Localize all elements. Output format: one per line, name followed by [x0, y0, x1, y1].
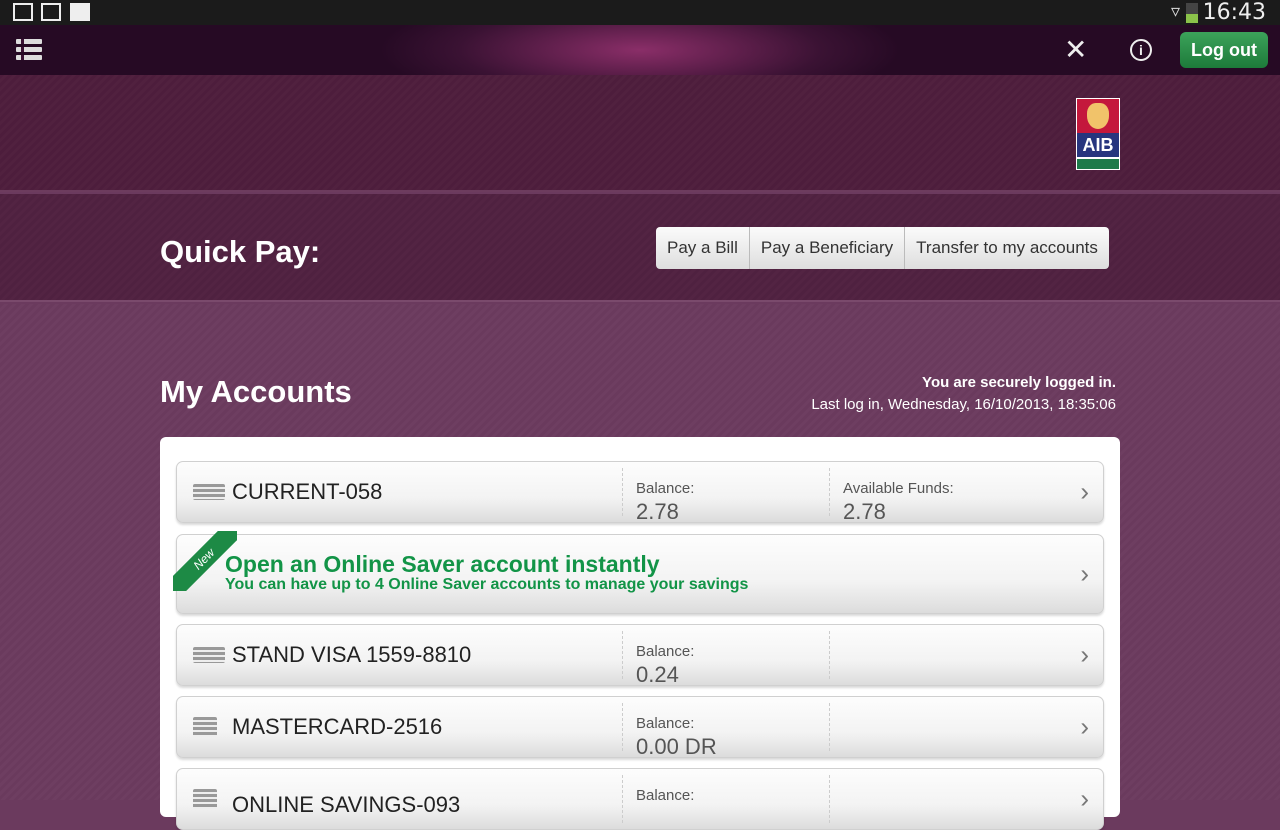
- promo-subtitle: You can have up to 4 Online Saver accoun…: [225, 576, 749, 593]
- logout-button[interactable]: Log out: [1180, 32, 1268, 68]
- savings-icon: [193, 789, 217, 809]
- balance-col: Balance:: [622, 775, 694, 823]
- balance-col: Balance: 0.24: [622, 631, 694, 687]
- header: AIB: [0, 75, 1280, 192]
- wifi-icon: ▿: [1170, 1, 1180, 21]
- page-title: My Accounts: [160, 374, 352, 409]
- menu-icon[interactable]: [16, 39, 42, 61]
- login-info: You are securely logged in. Last log in,…: [811, 372, 1116, 416]
- available-col: Available Funds: 2.78: [829, 468, 954, 524]
- account-row[interactable]: MASTERCARD-2516 Balance: 0.00 DR ›: [176, 696, 1104, 759]
- empty-col: [829, 775, 843, 823]
- status-bar: ▿ 16:43: [0, 0, 1280, 25]
- chevron-right-icon: ›: [1080, 476, 1089, 507]
- info-icon[interactable]: i: [1130, 39, 1152, 61]
- accounts-list: CURRENT-058 Balance: 2.78 Available Funds…: [160, 437, 1120, 830]
- account-name: MASTERCARD-2516: [232, 714, 443, 739]
- promo-title: Open an Online Saver account instantly: [225, 551, 660, 577]
- quick-pay-title: Quick Pay:: [160, 234, 321, 269]
- gallery-icon: [13, 3, 33, 21]
- last-login: Last log in, Wednesday, 16/10/2013, 18:3…: [811, 396, 1116, 413]
- quick-pay-section: Quick Pay: Pay a Bill Pay a Beneficiary …: [0, 194, 1280, 302]
- card-icon: [193, 717, 217, 737]
- account-name: ONLINE SAVINGS-093: [232, 792, 461, 817]
- clock: 16:43: [1202, 0, 1266, 25]
- download-done-icon: [41, 3, 61, 21]
- account-name: CURRENT-058: [232, 479, 383, 504]
- balance-col: Balance: 2.78: [622, 468, 694, 524]
- empty-col: [829, 631, 843, 679]
- account-row[interactable]: STAND VISA 1559-8810 Balance: 0.24 ›: [176, 624, 1104, 687]
- chevron-right-icon: ›: [1080, 558, 1089, 589]
- account-name: STAND VISA 1559-8810: [232, 642, 472, 667]
- account-row[interactable]: ONLINE SAVINGS-093 Balance: ›: [176, 768, 1104, 830]
- chevron-right-icon: ›: [1080, 639, 1089, 670]
- cash-icon: [193, 484, 225, 500]
- store-icon: [70, 3, 90, 21]
- battery-icon: [1186, 3, 1198, 23]
- chevron-right-icon: ›: [1080, 783, 1089, 814]
- close-icon[interactable]: ✕: [1064, 33, 1087, 66]
- online-saver-promo[interactable]: New Open an Online Saver account instant…: [173, 531, 1104, 614]
- balance-col: Balance: 0.00 DR: [622, 703, 717, 759]
- secure-text: You are securely logged in.: [922, 374, 1116, 391]
- aib-logo: AIB: [1076, 98, 1120, 170]
- accounts-section: My Accounts You are securely logged in. …: [0, 304, 1280, 830]
- account-row[interactable]: CURRENT-058 Balance: 2.78 Available Funds…: [176, 461, 1104, 524]
- pay-beneficiary-button[interactable]: Pay a Beneficiary: [748, 227, 904, 269]
- transfer-button[interactable]: Transfer to my accounts: [904, 227, 1109, 269]
- pay-bill-button[interactable]: Pay a Bill: [656, 227, 749, 269]
- quick-pay-buttons: Pay a Bill Pay a Beneficiary Transfer to…: [656, 227, 1109, 269]
- empty-col: [829, 703, 843, 751]
- top-bar: ✕ i Log out: [0, 25, 1280, 75]
- cash-icon: [193, 647, 225, 663]
- chevron-right-icon: ›: [1080, 711, 1089, 742]
